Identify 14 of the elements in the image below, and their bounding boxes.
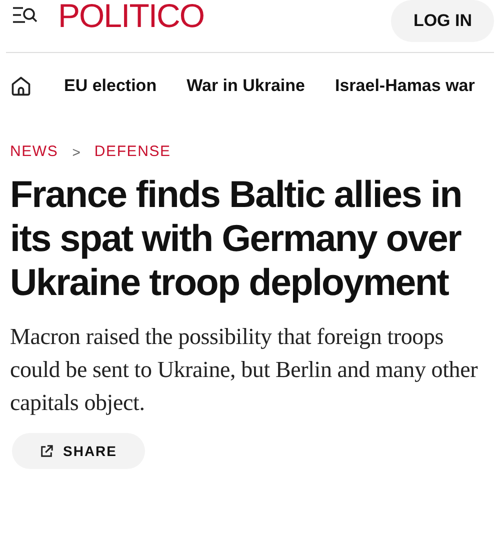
share-icon <box>40 444 53 458</box>
menu-search-icon[interactable] <box>12 6 38 24</box>
breadcrumb-separator: > <box>72 144 80 160</box>
breadcrumb-link[interactable]: DEFENSE <box>94 143 171 160</box>
nav-link[interactable]: EU election <box>64 76 157 96</box>
breadcrumb-link[interactable]: NEWS <box>10 143 58 160</box>
login-button[interactable]: LOG IN <box>391 0 494 42</box>
share-button[interactable]: SHARE <box>12 433 146 469</box>
logo[interactable]: POLITICO <box>58 0 204 32</box>
nav-link[interactable]: Israel-Hamas war <box>335 76 475 96</box>
article-summary: Macron raised the possibility that foreign troops could be sent to Ukraine, but Berlin and many other capitals object. <box>10 323 479 417</box>
headline: France finds Baltic allies in its spat with Germany over Ukraine troop deployment <box>10 172 463 304</box>
nav-link[interactable]: War in Ukraine <box>186 76 305 96</box>
home-icon[interactable] <box>10 75 32 97</box>
